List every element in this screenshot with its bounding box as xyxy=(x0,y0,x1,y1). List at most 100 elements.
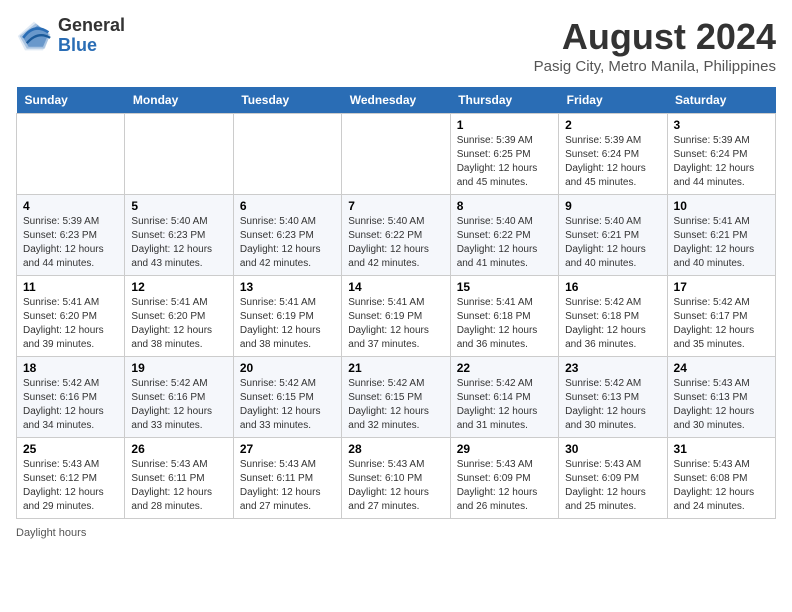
day-info: Sunrise: 5:41 AM Sunset: 6:18 PM Dayligh… xyxy=(457,296,552,352)
header: General Blue August 2024 Pasig City, Met… xyxy=(16,16,776,75)
day-info: Sunrise: 5:43 AM Sunset: 6:09 PM Dayligh… xyxy=(457,458,552,514)
calendar-cell: 25Sunrise: 5:43 AM Sunset: 6:12 PM Dayli… xyxy=(17,438,125,519)
calendar-cell: 7 Sunrise: 5:40 AM Sunset: 6:22 PM Daylig… xyxy=(342,195,450,276)
day-number: 28 xyxy=(348,442,443,456)
day-info: Sunrise: 5:42 AM Sunset: 6:16 PM Dayligh… xyxy=(23,377,118,433)
week-row-2: 4 Sunrise: 5:39 AM Sunset: 6:23 PM Daylig… xyxy=(17,195,776,276)
day-info: Sunrise: 5:40 AM Sunset: 6:23 PM Dayligh… xyxy=(240,215,335,271)
day-info: Sunrise: 5:42 AM Sunset: 6:13 PM Dayligh… xyxy=(565,377,660,433)
day-info: Sunrise: 5:39 AM Sunset: 6:23 PM Dayligh… xyxy=(23,215,118,271)
calendar-cell: 3Sunrise: 5:39 AM Sunset: 6:24 PM Daylig… xyxy=(667,114,775,195)
day-number: 1 xyxy=(457,118,552,132)
weekday-header-thursday: Thursday xyxy=(450,87,558,114)
day-number: 30 xyxy=(565,442,660,456)
day-info: Sunrise: 5:41 AM Sunset: 6:19 PM Dayligh… xyxy=(240,296,335,352)
day-number: 5 xyxy=(131,199,226,213)
calendar-cell: 4 Sunrise: 5:39 AM Sunset: 6:23 PM Daylig… xyxy=(17,195,125,276)
calendar-cell: 19Sunrise: 5:42 AM Sunset: 6:16 PM Dayli… xyxy=(125,357,233,438)
day-number: 2 xyxy=(565,118,660,132)
calendar-cell: 27Sunrise: 5:43 AM Sunset: 6:11 PM Dayli… xyxy=(233,438,341,519)
calendar-cell: 1Sunrise: 5:39 AM Sunset: 6:25 PM Daylig… xyxy=(450,114,558,195)
day-number: 8 xyxy=(457,199,552,213)
calendar-cell: 30 Sunrise: 5:43 AM Sunset: 6:09 PM Dayli… xyxy=(559,438,667,519)
title-block: August 2024 Pasig City, Metro Manila, Ph… xyxy=(534,16,776,75)
weekday-header-monday: Monday xyxy=(125,87,233,114)
calendar-cell: 2 Sunrise: 5:39 AM Sunset: 6:24 PM Daylig… xyxy=(559,114,667,195)
day-info: Sunrise: 5:42 AM Sunset: 6:17 PM Dayligh… xyxy=(674,296,769,352)
daylight-hours-label: Daylight hours xyxy=(16,527,86,539)
day-info: Sunrise: 5:40 AM Sunset: 6:23 PM Dayligh… xyxy=(131,215,226,271)
calendar-cell: 23Sunrise: 5:42 AM Sunset: 6:13 PM Dayli… xyxy=(559,357,667,438)
day-number: 10 xyxy=(674,199,769,213)
day-info: Sunrise: 5:40 AM Sunset: 6:22 PM Dayligh… xyxy=(457,215,552,271)
week-row-4: 18 Sunrise: 5:42 AM Sunset: 6:16 PM Dayli… xyxy=(17,357,776,438)
calendar-cell: 10Sunrise: 5:41 AM Sunset: 6:21 PM Dayli… xyxy=(667,195,775,276)
weekday-header-row: SundayMondayTuesdayWednesdayThursdayFrid… xyxy=(17,87,776,114)
logo-blue-text: Blue xyxy=(58,36,125,56)
week-row-1: 1Sunrise: 5:39 AM Sunset: 6:25 PM Daylig… xyxy=(17,114,776,195)
day-number: 29 xyxy=(457,442,552,456)
weekday-header-saturday: Saturday xyxy=(667,87,775,114)
day-number: 15 xyxy=(457,280,552,294)
day-number: 6 xyxy=(240,199,335,213)
week-row-3: 11 Sunrise: 5:41 AM Sunset: 6:20 PM Dayli… xyxy=(17,276,776,357)
calendar-cell: 14Sunrise: 5:41 AM Sunset: 6:19 PM Dayli… xyxy=(342,276,450,357)
calendar-cell: 6 Sunrise: 5:40 AM Sunset: 6:23 PM Daylig… xyxy=(233,195,341,276)
day-number: 12 xyxy=(131,280,226,294)
logo-general-text: General xyxy=(58,16,125,36)
day-info: Sunrise: 5:41 AM Sunset: 6:20 PM Dayligh… xyxy=(131,296,226,352)
calendar-cell xyxy=(233,114,341,195)
day-number: 16 xyxy=(565,280,660,294)
calendar-cell: 31 Sunrise: 5:43 AM Sunset: 6:08 PM Dayli… xyxy=(667,438,775,519)
day-info: Sunrise: 5:39 AM Sunset: 6:24 PM Dayligh… xyxy=(674,134,769,190)
day-number: 13 xyxy=(240,280,335,294)
day-info: Sunrise: 5:42 AM Sunset: 6:14 PM Dayligh… xyxy=(457,377,552,433)
day-info: Sunrise: 5:43 AM Sunset: 6:11 PM Dayligh… xyxy=(131,458,226,514)
day-info: Sunrise: 5:43 AM Sunset: 6:10 PM Dayligh… xyxy=(348,458,443,514)
calendar-cell xyxy=(125,114,233,195)
day-number: 21 xyxy=(348,361,443,375)
day-number: 14 xyxy=(348,280,443,294)
day-number: 17 xyxy=(674,280,769,294)
month-year-title: August 2024 xyxy=(534,16,776,58)
day-number: 26 xyxy=(131,442,226,456)
day-info: Sunrise: 5:43 AM Sunset: 6:08 PM Dayligh… xyxy=(674,458,769,514)
logo-icon xyxy=(16,18,52,54)
day-number: 22 xyxy=(457,361,552,375)
day-number: 11 xyxy=(23,280,118,294)
day-info: Sunrise: 5:42 AM Sunset: 6:15 PM Dayligh… xyxy=(240,377,335,433)
calendar-cell: 13 Sunrise: 5:41 AM Sunset: 6:19 PM Dayli… xyxy=(233,276,341,357)
calendar-cell: 9Sunrise: 5:40 AM Sunset: 6:21 PM Daylig… xyxy=(559,195,667,276)
day-number: 18 xyxy=(23,361,118,375)
calendar-cell: 5 Sunrise: 5:40 AM Sunset: 6:23 PM Daylig… xyxy=(125,195,233,276)
calendar-cell: 16 Sunrise: 5:42 AM Sunset: 6:18 PM Dayli… xyxy=(559,276,667,357)
calendar-cell: 11 Sunrise: 5:41 AM Sunset: 6:20 PM Dayli… xyxy=(17,276,125,357)
day-info: Sunrise: 5:42 AM Sunset: 6:16 PM Dayligh… xyxy=(131,377,226,433)
calendar-cell: 12 Sunrise: 5:41 AM Sunset: 6:20 PM Dayli… xyxy=(125,276,233,357)
day-number: 24 xyxy=(674,361,769,375)
calendar-cell: 28 Sunrise: 5:43 AM Sunset: 6:10 PM Dayli… xyxy=(342,438,450,519)
day-number: 27 xyxy=(240,442,335,456)
day-info: Sunrise: 5:40 AM Sunset: 6:22 PM Dayligh… xyxy=(348,215,443,271)
footer-note: Daylight hours xyxy=(16,527,776,539)
day-info: Sunrise: 5:39 AM Sunset: 6:24 PM Dayligh… xyxy=(565,134,660,190)
calendar-cell: 8 Sunrise: 5:40 AM Sunset: 6:22 PM Daylig… xyxy=(450,195,558,276)
calendar-cell: 26 Sunrise: 5:43 AM Sunset: 6:11 PM Dayli… xyxy=(125,438,233,519)
calendar-cell: 22 Sunrise: 5:42 AM Sunset: 6:14 PM Dayli… xyxy=(450,357,558,438)
day-number: 4 xyxy=(23,199,118,213)
day-info: Sunrise: 5:41 AM Sunset: 6:20 PM Dayligh… xyxy=(23,296,118,352)
day-info: Sunrise: 5:42 AM Sunset: 6:15 PM Dayligh… xyxy=(348,377,443,433)
calendar-cell: 15 Sunrise: 5:41 AM Sunset: 6:18 PM Dayli… xyxy=(450,276,558,357)
week-row-5: 25Sunrise: 5:43 AM Sunset: 6:12 PM Dayli… xyxy=(17,438,776,519)
calendar-cell: 24 Sunrise: 5:43 AM Sunset: 6:13 PM Dayli… xyxy=(667,357,775,438)
calendar-cell: 20 Sunrise: 5:42 AM Sunset: 6:15 PM Dayli… xyxy=(233,357,341,438)
day-number: 20 xyxy=(240,361,335,375)
day-info: Sunrise: 5:42 AM Sunset: 6:18 PM Dayligh… xyxy=(565,296,660,352)
day-info: Sunrise: 5:43 AM Sunset: 6:09 PM Dayligh… xyxy=(565,458,660,514)
day-number: 25 xyxy=(23,442,118,456)
day-number: 7 xyxy=(348,199,443,213)
day-number: 31 xyxy=(674,442,769,456)
day-info: Sunrise: 5:43 AM Sunset: 6:13 PM Dayligh… xyxy=(674,377,769,433)
weekday-header-sunday: Sunday xyxy=(17,87,125,114)
day-info: Sunrise: 5:40 AM Sunset: 6:21 PM Dayligh… xyxy=(565,215,660,271)
